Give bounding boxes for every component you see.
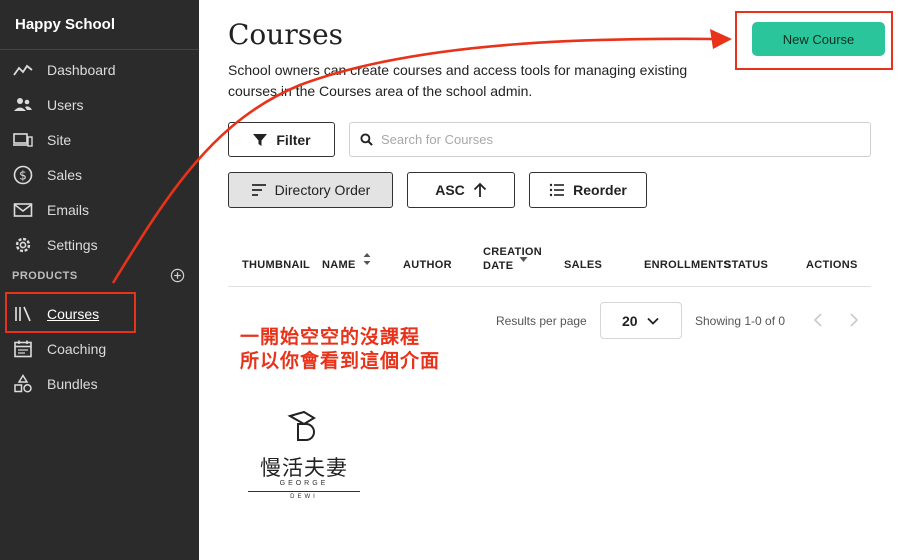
sidebar-item-site[interactable]: Site bbox=[0, 123, 199, 157]
sidebar-item-emails[interactable]: Emails bbox=[0, 193, 199, 227]
asc-label: ASC bbox=[435, 182, 465, 198]
column-header-creation-date[interactable]: CREATION DATE bbox=[483, 245, 543, 273]
users-icon bbox=[12, 95, 34, 115]
showing-count: Showing 1-0 of 0 bbox=[695, 314, 786, 328]
page-title: Courses bbox=[228, 18, 344, 51]
chevron-left-icon[interactable] bbox=[812, 312, 826, 328]
search-icon bbox=[360, 133, 373, 146]
new-course-highlight-box bbox=[735, 11, 893, 70]
trend-line-icon bbox=[12, 60, 34, 80]
column-header-status: STATUS bbox=[724, 259, 769, 271]
sort-updown-icon[interactable] bbox=[362, 252, 372, 266]
sidebar-item-label: Emails bbox=[47, 202, 90, 218]
filter-icon bbox=[253, 133, 268, 146]
logo-rule bbox=[248, 491, 360, 492]
sidebar-item-bundles[interactable]: Bundles bbox=[0, 367, 199, 401]
sidebar: Happy School Dashboard Users Site $ Sale… bbox=[0, 0, 199, 560]
devices-icon bbox=[12, 130, 34, 150]
gear-icon bbox=[12, 235, 34, 255]
filter-button[interactable]: Filter bbox=[228, 122, 335, 157]
annotation-line-1: 一開始空空的沒課程 bbox=[240, 327, 421, 348]
chevron-down-icon bbox=[647, 317, 659, 325]
page-description: School owners can create courses and acc… bbox=[228, 62, 688, 99]
table-divider bbox=[228, 286, 871, 287]
sidebar-item-label: Site bbox=[47, 132, 72, 148]
calendar-icon bbox=[12, 339, 34, 359]
reorder-button[interactable]: Reorder bbox=[529, 172, 647, 208]
chevron-right-icon[interactable] bbox=[847, 312, 861, 328]
directory-order-label: Directory Order bbox=[274, 182, 371, 198]
shapes-icon bbox=[12, 374, 34, 394]
filter-label: Filter bbox=[276, 131, 311, 148]
column-header-name[interactable]: NAME bbox=[322, 259, 356, 271]
per-page-value: 20 bbox=[622, 312, 638, 329]
reorder-label: Reorder bbox=[573, 182, 627, 198]
sidebar-item-users[interactable]: Users bbox=[0, 88, 199, 122]
sidebar-item-label: Sales bbox=[47, 167, 83, 183]
add-product-icon[interactable] bbox=[170, 268, 185, 283]
logo-subtitle-2: DEWI bbox=[290, 494, 318, 500]
sidebar-item-label: Coaching bbox=[47, 341, 107, 357]
logo-title: 慢活夫妻 bbox=[260, 456, 348, 480]
per-page-select[interactable]: 20 bbox=[600, 302, 682, 339]
directory-order-button[interactable]: Directory Order bbox=[228, 172, 393, 208]
column-header-thumbnail: THUMBNAIL bbox=[242, 259, 311, 271]
sort-down-icon[interactable] bbox=[519, 256, 528, 263]
diamond-logo-icon bbox=[287, 410, 316, 441]
arrow-up-icon bbox=[473, 182, 486, 197]
results-per-page-label: Results per page bbox=[496, 314, 587, 328]
school-name[interactable]: Happy School bbox=[0, 0, 199, 50]
sidebar-item-settings[interactable]: Settings bbox=[0, 228, 199, 262]
sidebar-item-label: Settings bbox=[47, 237, 98, 253]
products-section-label: PRODUCTS bbox=[12, 270, 78, 282]
sort-lines-icon bbox=[251, 184, 266, 196]
sidebar-item-label: Bundles bbox=[47, 376, 98, 392]
logo-subtitle: GEORGE bbox=[279, 480, 329, 487]
courses-highlight-box bbox=[5, 292, 136, 333]
sidebar-item-sales[interactable]: $ Sales bbox=[0, 158, 199, 192]
search-input[interactable] bbox=[381, 132, 841, 147]
column-header-actions: ACTIONS bbox=[806, 259, 858, 271]
sidebar-item-dashboard[interactable]: Dashboard bbox=[0, 53, 199, 87]
sidebar-item-coaching[interactable]: Coaching bbox=[0, 332, 199, 366]
asc-sort-button[interactable]: ASC bbox=[407, 172, 515, 208]
annotation-line-2: 所以你會看到這個介面 bbox=[240, 351, 441, 372]
envelope-icon bbox=[12, 200, 34, 220]
svg-text:$: $ bbox=[19, 169, 27, 183]
sidebar-item-label: Dashboard bbox=[47, 62, 116, 78]
sidebar-item-label: Users bbox=[47, 97, 84, 113]
list-icon bbox=[549, 183, 565, 197]
column-header-enrollments: ENROLLMENTS bbox=[644, 259, 732, 271]
column-header-author: AUTHOR bbox=[403, 259, 452, 271]
search-bar[interactable] bbox=[349, 122, 871, 157]
dollar-circle-icon: $ bbox=[12, 165, 34, 185]
column-header-sales: SALES bbox=[564, 259, 603, 271]
brand-logo: 慢活夫妻 GEORGE DEWI bbox=[248, 410, 360, 502]
